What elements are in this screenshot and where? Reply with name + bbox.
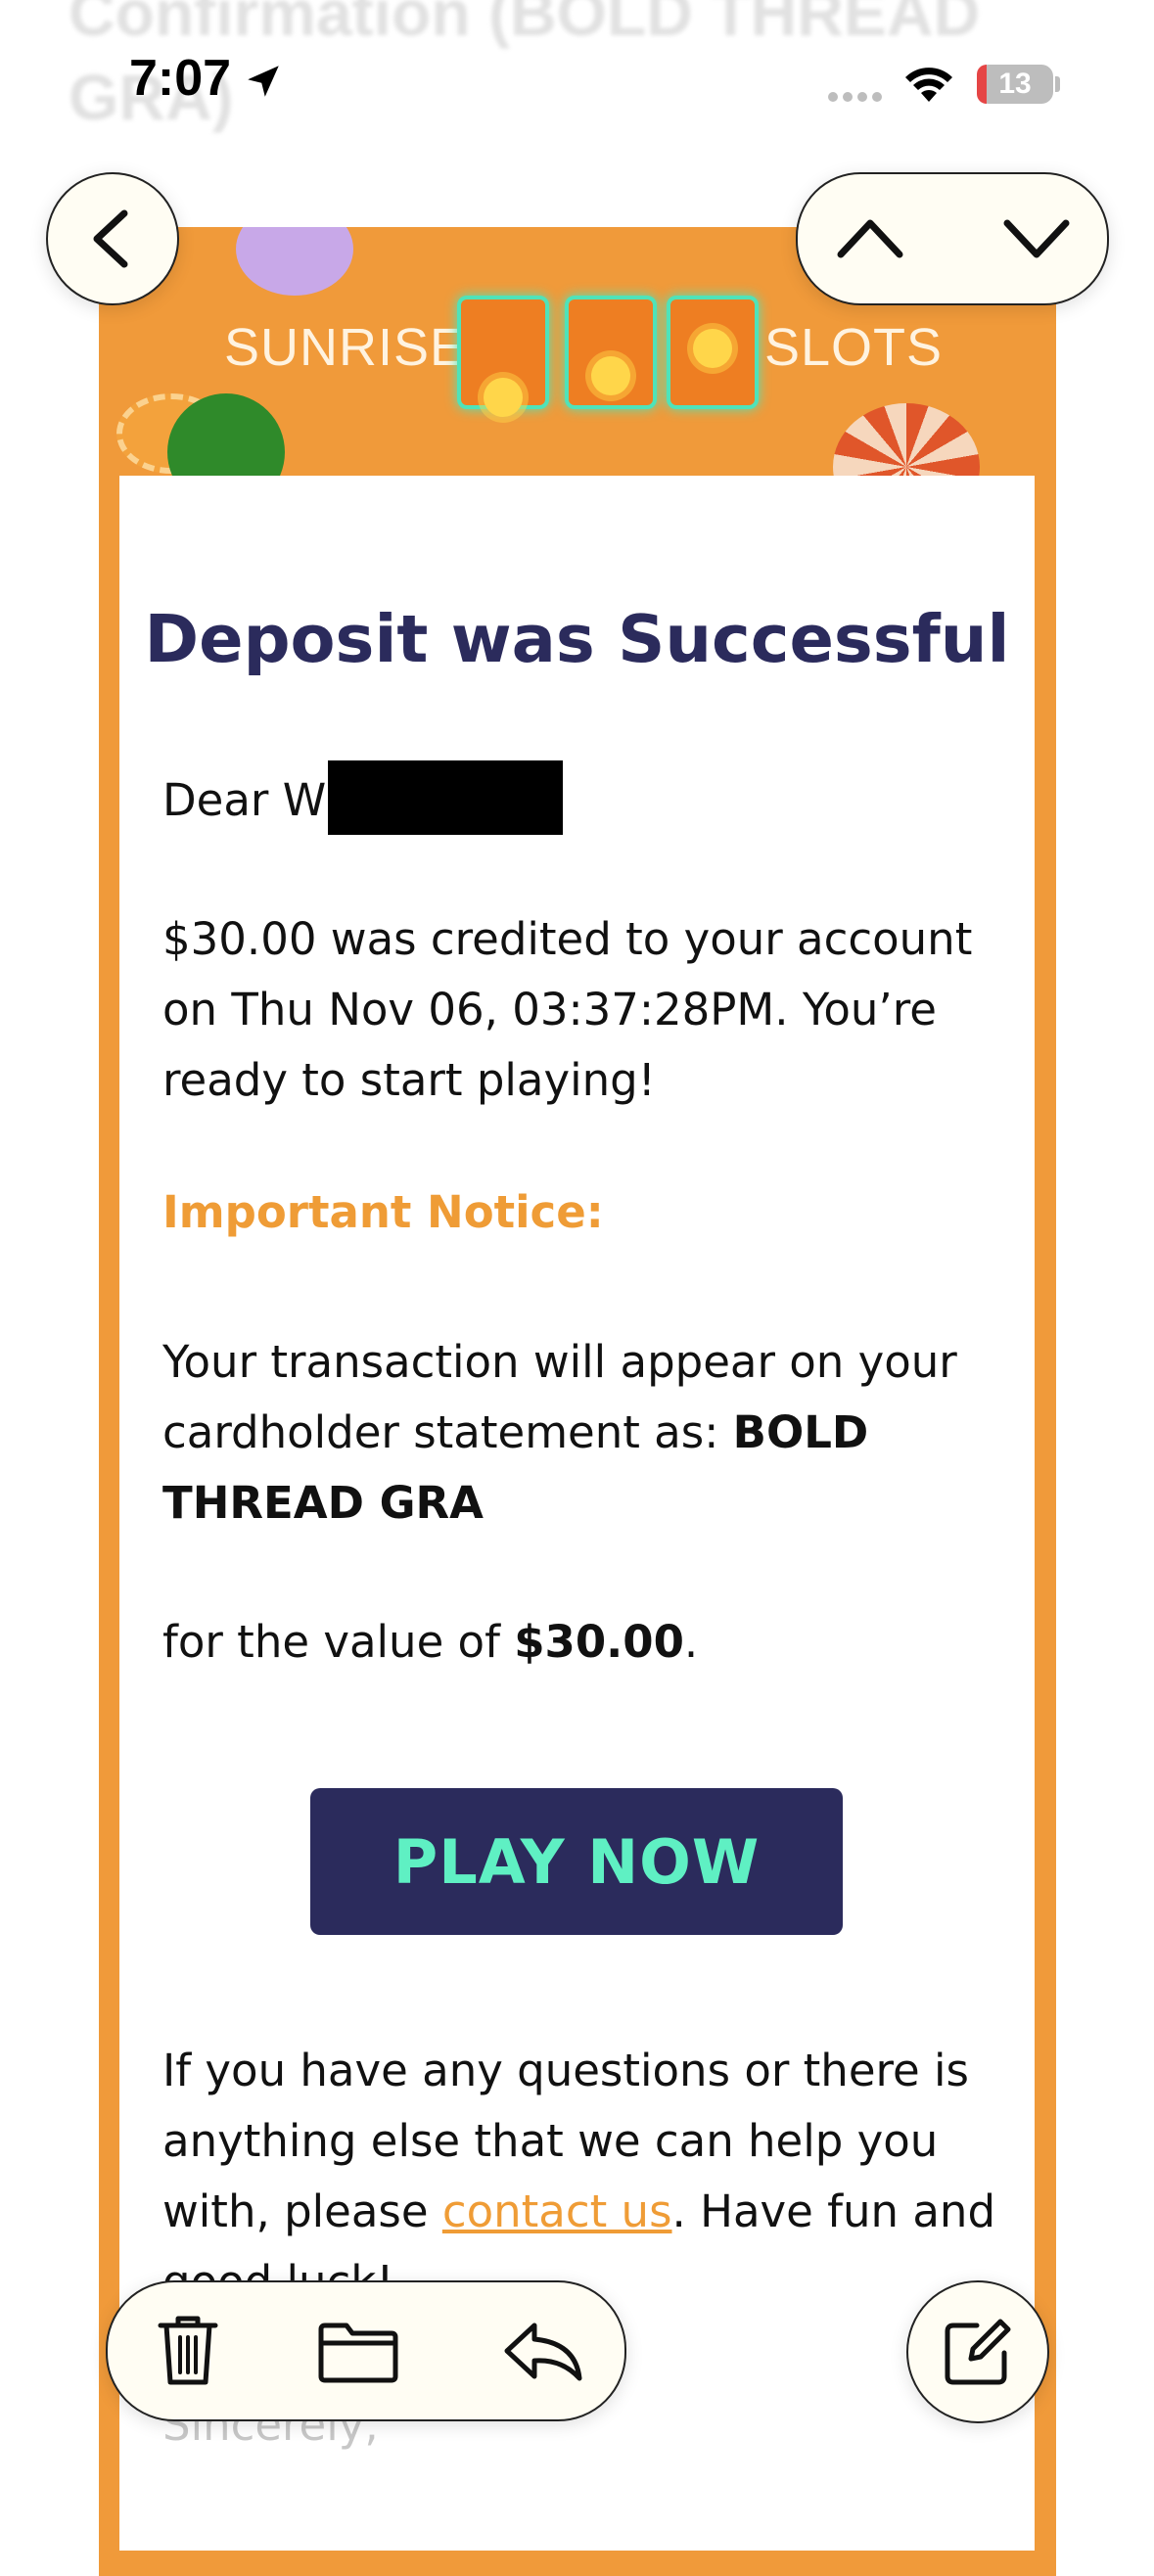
compose-button[interactable]	[906, 2280, 1049, 2423]
logo-text-slots: SLOTS	[764, 318, 944, 377]
email-headline: Deposit was Successful	[144, 601, 1010, 677]
candy-decoration	[833, 403, 980, 476]
slot-reel	[667, 296, 759, 409]
help-paragraph: If you have any questions or there is an…	[162, 2036, 1004, 2318]
move-to-folder-button[interactable]	[303, 2300, 411, 2402]
battery-nub	[1055, 76, 1060, 92]
cellular-signal-icon	[828, 92, 882, 102]
status-time: 7:07	[129, 50, 232, 107]
slot-reel	[565, 296, 657, 409]
credit-message: $30.00 was credited to your account on T…	[162, 913, 973, 1106]
back-chevron-icon	[93, 209, 128, 268]
folder-icon	[318, 2323, 398, 2383]
next-message-button[interactable]	[952, 174, 1107, 303]
battery-indicator: 13	[977, 65, 1053, 104]
value-suffix: .	[683, 1616, 699, 1668]
greeting-text: Dear W	[162, 774, 327, 826]
important-notice-label: Important Notice:	[162, 1186, 604, 1238]
compose-icon	[945, 2319, 1011, 2385]
back-button[interactable]	[46, 172, 179, 305]
message-nav-group	[796, 172, 1109, 305]
contact-us-link[interactable]: contact us	[442, 2185, 672, 2237]
delete-button[interactable]	[137, 2300, 235, 2402]
status-bar: 7:07 13	[0, 0, 1154, 166]
reply-icon	[504, 2323, 582, 2381]
reply-button[interactable]	[489, 2300, 597, 2402]
play-now-button[interactable]: PLAY NOW	[310, 1788, 843, 1935]
bottom-toolbar	[106, 2280, 626, 2421]
candy-decoration	[236, 227, 353, 296]
chevron-up-icon	[837, 219, 903, 258]
battery-level-label: 13	[998, 68, 1032, 100]
chevron-down-icon	[1003, 219, 1070, 258]
value-paragraph: for the value of $30.00.	[162, 1607, 1004, 1678]
wifi-icon	[905, 68, 952, 102]
greeting: Dear W	[162, 760, 1004, 841]
value-prefix: for the value of	[162, 1616, 515, 1668]
logo-text-sunrise: SUNRISE	[224, 318, 467, 377]
value-amount: $30.00	[514, 1616, 684, 1668]
statement-paragraph: Your transaction will appear on your car…	[162, 1327, 1004, 1539]
slot-reel	[457, 296, 549, 417]
email-body-card: Deposit was Successful Dear W $30.00 was…	[119, 476, 1035, 2551]
trash-icon	[158, 2316, 218, 2385]
location-arrow-icon	[248, 66, 279, 97]
previous-message-button[interactable]	[798, 174, 952, 303]
redacted-name-block	[328, 760, 564, 835]
